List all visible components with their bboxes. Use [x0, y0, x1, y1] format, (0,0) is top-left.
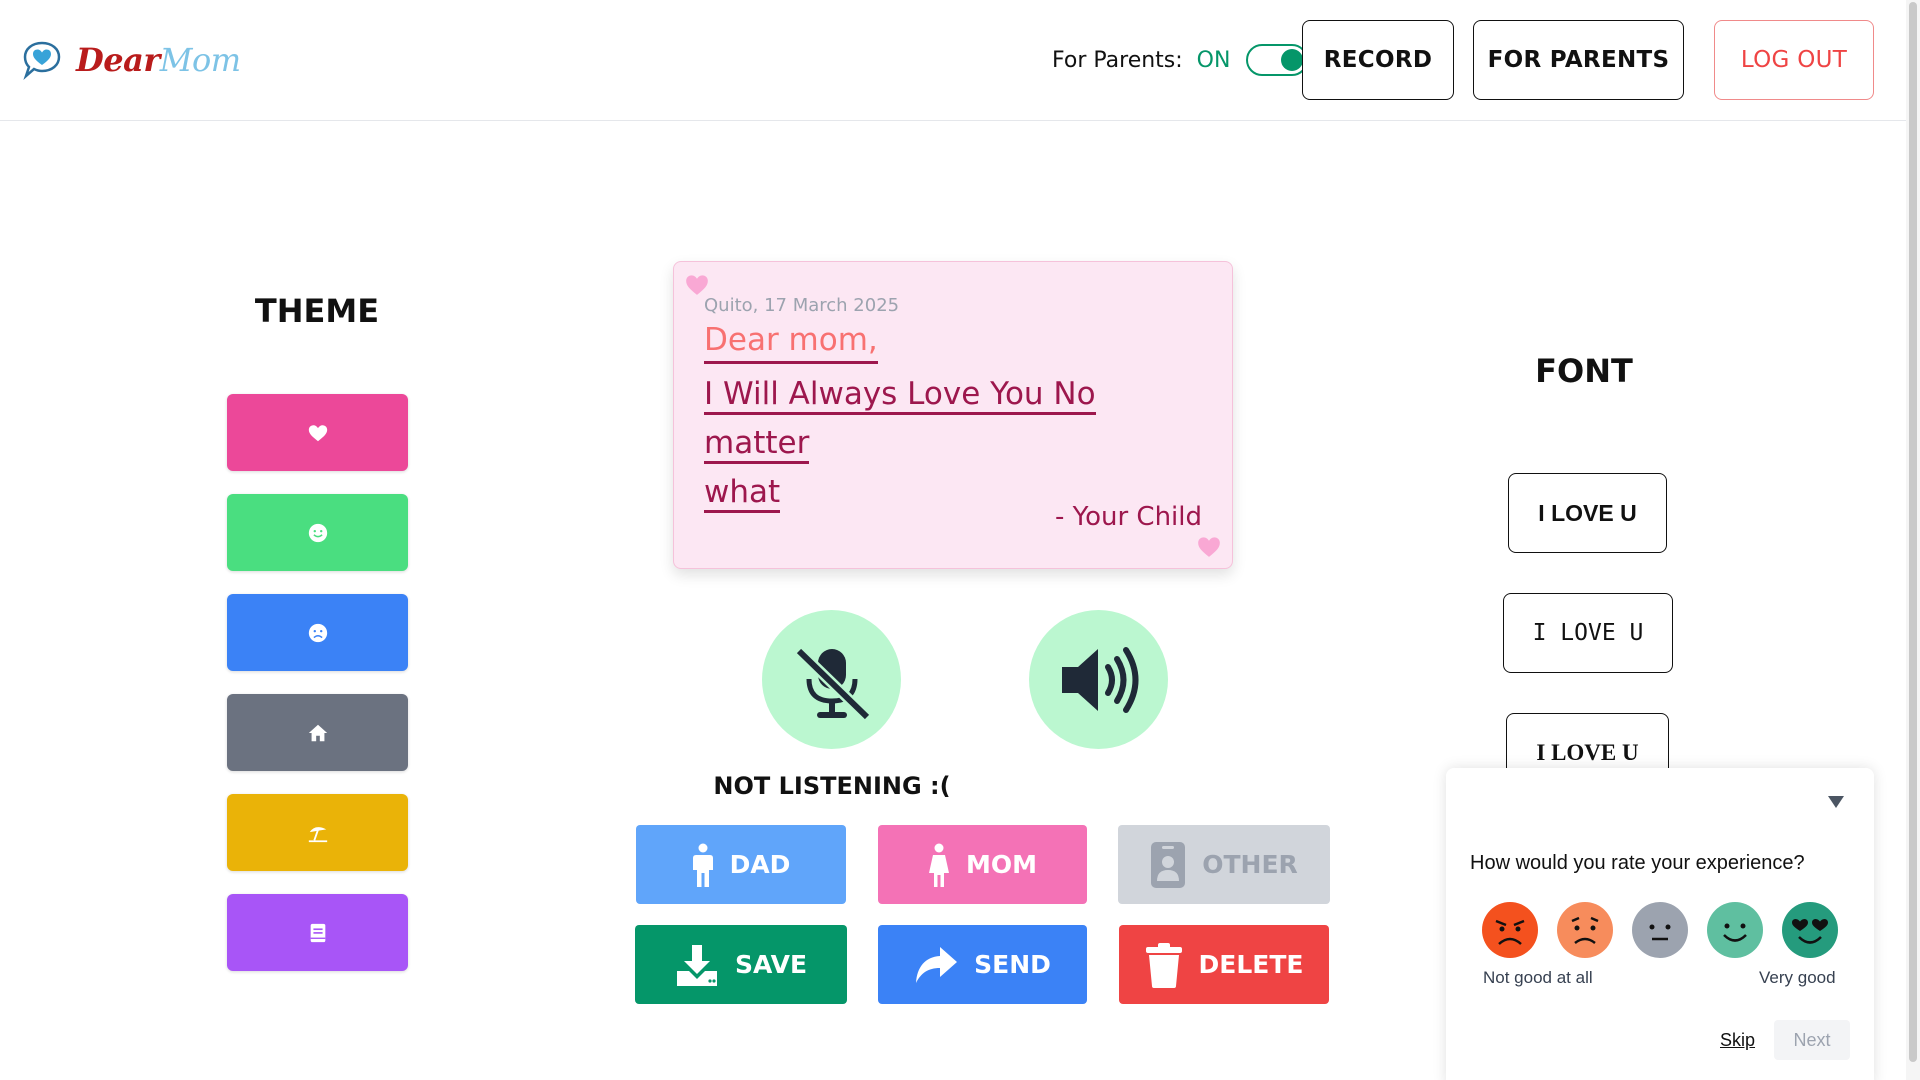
font-sans-button[interactable]: I LOVE U	[1508, 473, 1667, 553]
logo-text: DearMom	[76, 41, 241, 79]
for-parents-toggle-group: For Parents: ON	[1052, 44, 1309, 76]
heart-icon	[308, 424, 327, 441]
volume-high-icon	[1061, 646, 1138, 713]
letter-body-line2: what	[704, 474, 781, 513]
theme-home-button[interactable]	[227, 694, 408, 771]
smile-icon	[308, 523, 327, 542]
rating-happy-button[interactable]	[1707, 902, 1763, 958]
for-parents-label: For Parents:	[1052, 47, 1183, 73]
rating-angry-button[interactable]	[1482, 902, 1538, 958]
rating-neutral-button[interactable]	[1632, 902, 1688, 958]
mom-label: MOM	[965, 850, 1037, 879]
dad-label: DAD	[729, 850, 791, 879]
other-button[interactable]: OTHER	[1118, 825, 1330, 904]
microphone-slash-icon	[794, 646, 871, 721]
page-scrollbar[interactable]	[1906, 0, 1920, 1080]
love-face-icon	[1782, 902, 1838, 958]
logo-dear: Dear	[76, 41, 160, 79]
dad-button[interactable]: DAD	[636, 825, 846, 904]
speaker-button[interactable]	[1029, 610, 1168, 749]
letter-date: Quito, 17 March 2025	[704, 295, 900, 316]
smile-face-icon	[1707, 902, 1763, 958]
theme-vacation-button[interactable]	[227, 794, 408, 871]
scrollbar-thumb[interactable]	[1909, 2, 1917, 1062]
skip-link[interactable]: Skip	[1720, 1030, 1755, 1051]
home-icon	[308, 724, 327, 741]
download-icon	[676, 944, 717, 986]
book-icon	[310, 923, 325, 942]
collapse-triangle-icon[interactable]	[1828, 796, 1844, 808]
neutral-face-icon	[1632, 902, 1688, 958]
rating-high-label: Very good	[1759, 968, 1836, 987]
sad-face-icon	[1557, 902, 1613, 958]
switch-knob	[1281, 49, 1304, 71]
letter-body[interactable]: I Will Always Love You No matter what	[704, 370, 1184, 517]
sad-icon	[308, 623, 327, 642]
rating-low-label: Not good at all	[1483, 968, 1593, 987]
chat-heart-icon	[23, 41, 61, 80]
share-icon	[916, 946, 958, 983]
for-parents-switch[interactable]	[1246, 44, 1309, 76]
trash-icon	[1145, 942, 1182, 988]
female-icon	[928, 843, 949, 887]
microphone-button[interactable]	[762, 610, 901, 749]
listening-status: NOT LISTENING :(	[713, 772, 951, 800]
theme-sad-button[interactable]	[227, 594, 408, 671]
for-parents-state: ON	[1196, 47, 1231, 73]
record-button[interactable]: RECORD	[1302, 20, 1454, 100]
letter-body-line1: I Will Always Love You No matter	[704, 376, 1096, 464]
theme-love-button[interactable]	[227, 394, 408, 471]
save-label: SAVE	[734, 950, 808, 979]
letter-signature: - Your Child	[1055, 502, 1202, 532]
other-label: OTHER	[1202, 850, 1298, 879]
heart-icon	[1198, 537, 1220, 557]
theme-happy-button[interactable]	[227, 494, 408, 571]
logout-button[interactable]: LOG OUT	[1714, 20, 1874, 100]
delete-button[interactable]: DELETE	[1119, 925, 1329, 1004]
send-button[interactable]: SEND	[878, 925, 1087, 1004]
letter-greeting[interactable]: Dear mom,	[704, 322, 878, 365]
rating-love-button[interactable]	[1782, 902, 1838, 958]
umbrella-beach-icon	[308, 826, 327, 842]
rating-survey-popup: How would you rate your experience? Not …	[1446, 768, 1874, 1080]
heart-icon	[686, 275, 708, 295]
angry-face-icon	[1482, 902, 1538, 958]
top-nav: DearMom For Parents: ON RECORD FOR PAREN…	[0, 0, 1906, 121]
male-icon	[692, 843, 713, 887]
theme-study-button[interactable]	[227, 894, 408, 971]
logo-mom: Mom	[159, 41, 241, 79]
letter-card: Quito, 17 March 2025 Dear mom, I Will Al…	[673, 261, 1233, 569]
survey-question: How would you rate your experience?	[1470, 852, 1805, 874]
font-mono-button[interactable]: I LOVE U	[1503, 593, 1673, 673]
send-label: SEND	[974, 950, 1051, 979]
for-parents-button[interactable]: FOR PARENTS	[1473, 20, 1684, 100]
rating-sad-button[interactable]	[1557, 902, 1613, 958]
delete-label: DELETE	[1198, 950, 1304, 979]
next-button[interactable]: Next	[1774, 1020, 1850, 1060]
id-badge-icon	[1151, 841, 1186, 888]
app-logo[interactable]: DearMom	[20, 38, 241, 82]
mom-button[interactable]: MOM	[878, 825, 1087, 904]
save-button[interactable]: SAVE	[635, 925, 847, 1004]
font-title: FONT	[1535, 352, 1633, 390]
theme-title: THEME	[254, 292, 380, 330]
